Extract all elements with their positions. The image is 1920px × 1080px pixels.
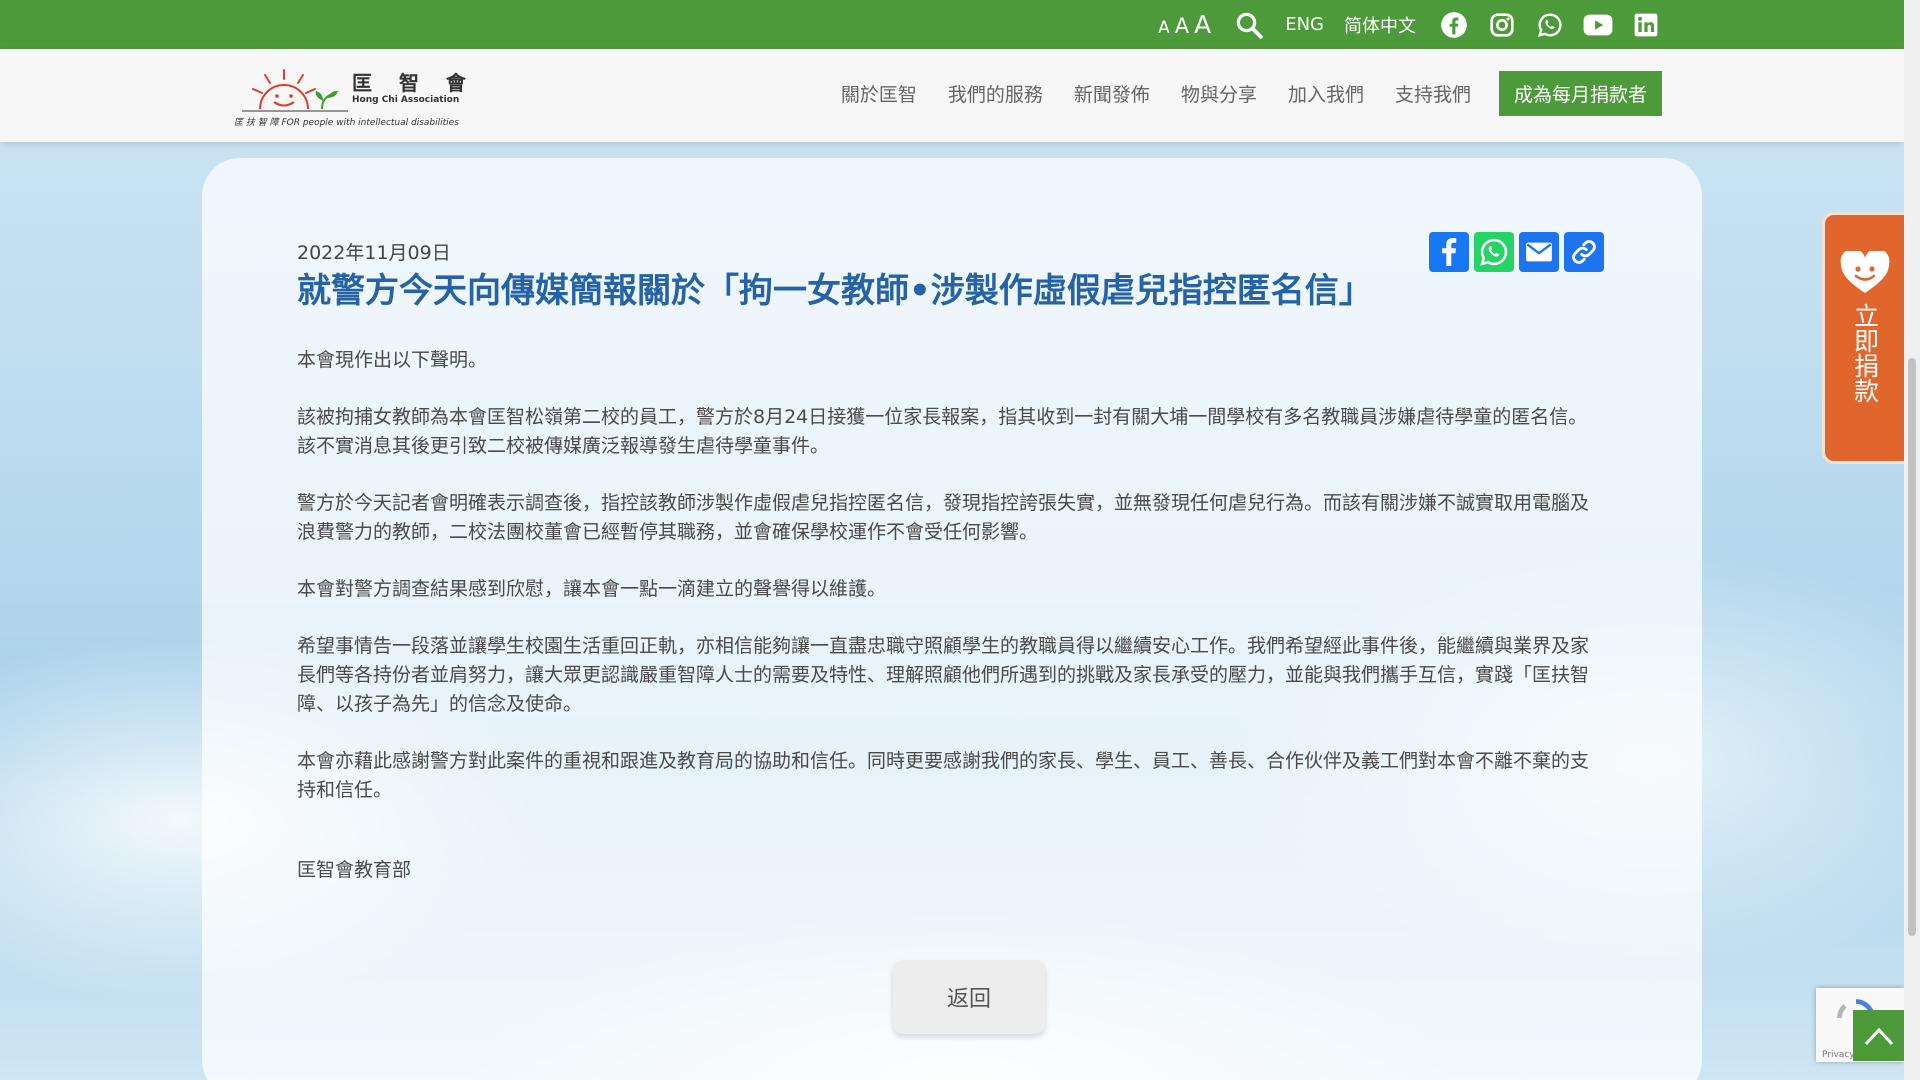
article-card: 2022年11月09日 就警方今天向傳媒簡報關於「拘一女教師•涉製作虛假虐兒指控… bbox=[202, 158, 1702, 1080]
search-icon[interactable] bbox=[1233, 9, 1265, 41]
heart-icon bbox=[1839, 248, 1891, 299]
top-utility-bar: A A A ENG 简体中文 bbox=[0, 0, 1904, 49]
page-viewport: A A A ENG 简体中文 匡 智 會 Hong Chi Associatio… bbox=[0, 0, 1920, 1080]
main-nav: 關於匡智 我們的服務 新聞發佈 物與分享 加入我們 支持我們 成為每月捐款者 bbox=[810, 71, 1662, 116]
nav-item-join[interactable]: 加入我們 bbox=[1288, 80, 1364, 107]
article-paragraph: 希望事情告一段落並讓學生校園生活重回正軌，亦相信能夠讓一直盡忠職守照顧學生的教職… bbox=[297, 635, 1590, 715]
logo-tagline: 匡 扶 智 障 FOR people with intellectual dis… bbox=[234, 118, 459, 128]
article-date: 2022年11月09日 bbox=[297, 242, 451, 264]
whatsapp-icon[interactable] bbox=[1474, 232, 1514, 272]
instagram-icon[interactable] bbox=[1486, 9, 1518, 41]
language-english-link[interactable]: ENG bbox=[1285, 14, 1324, 35]
font-size-small-button[interactable]: A bbox=[1158, 20, 1170, 37]
facebook-icon[interactable] bbox=[1429, 232, 1469, 272]
chevron-up-icon bbox=[1864, 1027, 1893, 1045]
page-scrollbar[interactable] bbox=[1904, 0, 1920, 1080]
linkedin-icon[interactable] bbox=[1630, 9, 1662, 41]
article-title: 就警方今天向傳媒簡報關於「拘一女教師•涉製作虛假虐兒指控匿名信」 bbox=[297, 271, 1373, 311]
whatsapp-icon[interactable] bbox=[1534, 9, 1566, 41]
donate-now-tab[interactable]: 立即捐款 bbox=[1822, 212, 1904, 464]
nav-item-sharing[interactable]: 物與分享 bbox=[1181, 80, 1257, 107]
share-buttons bbox=[1429, 232, 1604, 272]
nav-item-support[interactable]: 支持我們 bbox=[1395, 80, 1471, 107]
facebook-icon[interactable] bbox=[1438, 9, 1470, 41]
article-paragraph: 該被拘捕女教師為本會匡智松嶺第二校的員工，警方於8月24日接獲一位家長報案，指其… bbox=[297, 406, 1588, 457]
monthly-donor-button[interactable]: 成為每月捐款者 bbox=[1498, 71, 1662, 116]
font-size-medium-button[interactable]: A bbox=[1175, 16, 1189, 37]
article-paragraph: 本會現作出以下聲明。 bbox=[297, 349, 488, 371]
scrollbar-thumb[interactable] bbox=[1908, 358, 1916, 936]
back-button[interactable]: 返回 bbox=[893, 960, 1045, 1034]
main-header: 匡 智 會 Hong Chi Association 匡 扶 智 障 FOR p… bbox=[0, 49, 1904, 142]
logo-english-name: Hong Chi Association bbox=[352, 95, 460, 105]
site-logo[interactable]: 匡 智 會 Hong Chi Association 匡 扶 智 障 FOR p… bbox=[232, 63, 466, 129]
article-signature: 匡智會教育部 bbox=[297, 859, 412, 881]
back-to-top-button[interactable] bbox=[1853, 1010, 1904, 1061]
nav-item-news[interactable]: 新聞發佈 bbox=[1074, 80, 1150, 107]
article-body: 本會現作出以下聲明。 該被拘捕女教師為本會匡智松嶺第二校的員工，警方於8月24日… bbox=[297, 346, 1597, 805]
font-size-large-button[interactable]: A bbox=[1194, 12, 1211, 37]
logo-sun-icon bbox=[242, 69, 348, 112]
nav-item-about[interactable]: 關於匡智 bbox=[841, 80, 917, 107]
copy-link-icon[interactable] bbox=[1564, 232, 1604, 272]
donate-now-label: 立即捐款 bbox=[1850, 303, 1880, 403]
nav-item-services[interactable]: 我們的服務 bbox=[948, 80, 1043, 107]
email-icon[interactable] bbox=[1519, 232, 1559, 272]
logo-chinese-name: 匡 智 會 bbox=[352, 71, 476, 95]
youtube-icon[interactable] bbox=[1582, 9, 1614, 41]
article-paragraph: 警方於今天記者會明確表示調查後，指控該教師涉製作虛假虐兒指控匿名信，發現指控誇張… bbox=[297, 492, 1590, 543]
article-paragraph: 本會對警方調查結果感到欣慰，讓本會一點一滴建立的聲譽得以維護。 bbox=[297, 578, 887, 600]
social-links bbox=[1438, 9, 1662, 41]
language-simplified-link[interactable]: 简体中文 bbox=[1344, 12, 1416, 38]
article-paragraph: 本會亦藉此感謝警方對此案件的重視和跟進及教育局的協助和信任。同時更要感謝我們的家… bbox=[297, 750, 1590, 801]
font-size-controls: A A A bbox=[1158, 12, 1211, 37]
